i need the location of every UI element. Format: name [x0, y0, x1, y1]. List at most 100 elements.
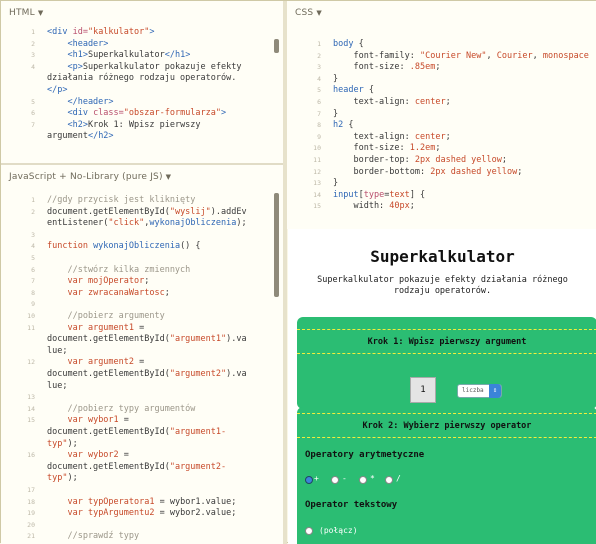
- code-line[interactable]: body {: [333, 39, 596, 50]
- code-line[interactable]: }: [333, 74, 596, 85]
- code-line[interactable]: //pobierz argumenty: [47, 311, 269, 322]
- code-line[interactable]: function wykonajObliczenia() {: [47, 241, 269, 252]
- line-number: 7: [31, 120, 35, 129]
- line-number: 4: [317, 74, 321, 83]
- code-line[interactable]: font-size: 1.2em;: [333, 143, 596, 154]
- css-panel-label: CSS: [295, 8, 314, 18]
- code-line[interactable]: <div id="kalkulator">: [47, 27, 269, 38]
- line-number: 6: [31, 265, 35, 274]
- code-line[interactable]: lue;: [47, 346, 269, 357]
- radio-minus[interactable]: [331, 476, 339, 484]
- code-line[interactable]: var typOperatora1 = wybor1.value;: [47, 497, 269, 508]
- code-line[interactable]: text-align: center;: [333, 132, 596, 143]
- code-line[interactable]: //gdy przycisk jest kliknięty: [47, 195, 269, 206]
- line-number: 6: [317, 98, 321, 106]
- code-line[interactable]: var zwracanaWartosc;: [47, 288, 269, 299]
- step1-heading: Krok 1: Wpisz pierwszy argument: [297, 329, 596, 354]
- code-line[interactable]: border-top: 2px dashed yellow;: [333, 155, 596, 166]
- code-line[interactable]: document.getElementById("argument2").va: [47, 369, 269, 380]
- js-code-editor[interactable]: 1 //gdy przycisk jest kliknięty 2 document.…: [1, 195, 269, 544]
- code-line[interactable]: typ");: [47, 439, 269, 450]
- code-line[interactable]: </header>: [47, 97, 269, 108]
- line-number: 16: [27, 451, 35, 460]
- css-code-editor[interactable]: 1 body {2 font-family: "Courier New", Cou…: [287, 39, 596, 229]
- code-line[interactable]: }: [333, 178, 596, 189]
- code-line[interactable]: var mojOperator;: [47, 276, 269, 287]
- code-line[interactable]: entListener("click",wykonajObliczenia);: [47, 218, 269, 229]
- code-line[interactable]: argument</h2>: [47, 131, 269, 142]
- line-number: 14: [27, 404, 35, 413]
- code-line[interactable]: <h1>Superkalkulator</h1>: [47, 50, 269, 61]
- radio-concat[interactable]: [305, 527, 313, 535]
- code-line[interactable]: document.getElementById("argument1").va: [47, 334, 269, 345]
- code-line[interactable]: }: [333, 109, 596, 120]
- chevron-down-icon[interactable]: ▼: [166, 173, 172, 181]
- line-number: 1: [317, 40, 321, 48]
- line-number: 13: [313, 179, 321, 188]
- code-line[interactable]: </p>: [47, 85, 269, 96]
- js-panel[interactable]: JavaScript + No-Library (pure JS) ▼ 1 //gd…: [1, 165, 283, 544]
- code-line[interactable]: działania różnego rodzaju operatorów.: [47, 73, 269, 84]
- op-minus-label: -: [342, 474, 347, 483]
- html-panel-title[interactable]: HTML ▼: [1, 1, 283, 23]
- code-line[interactable]: border-bottom: 2px dashed yellow;: [333, 167, 596, 178]
- code-line[interactable]: //pobierz typy argumentów: [47, 404, 269, 415]
- chevron-down-icon[interactable]: ▼: [38, 9, 44, 17]
- line-number: 10: [313, 144, 321, 153]
- argument1-type-value: liczba: [462, 387, 484, 394]
- code-line[interactable]: font-size: .85em;: [333, 62, 596, 73]
- line-number: 12: [27, 358, 35, 367]
- code-line[interactable]: <div class="obszar-formularza">: [47, 108, 269, 119]
- css-panel[interactable]: CSS ▼ 1 body {2 font-family: "Courier New"…: [287, 1, 596, 229]
- jsfiddle-workspace: HTML ▼ 1 <div id="kalkulator"> 2 <header> 3 …: [0, 0, 596, 544]
- chevron-down-icon[interactable]: ▼: [316, 9, 322, 17]
- code-line[interactable]: var wybor2 =: [47, 450, 269, 461]
- result-intro: Superkalkulator pokazuje efekty działani…: [317, 275, 568, 296]
- html-panel[interactable]: HTML ▼ 1 <div id="kalkulator"> 2 <header> 3 …: [1, 1, 283, 163]
- line-number: 9: [31, 300, 35, 309]
- line-number: 1: [31, 28, 35, 36]
- code-line[interactable]: document.getElementById("argument1-: [47, 427, 269, 438]
- op-divide-label: /: [396, 474, 401, 483]
- radio-multiply[interactable]: [359, 476, 367, 484]
- code-line[interactable]: h2 {: [333, 120, 596, 131]
- css-panel-title[interactable]: CSS ▼: [287, 1, 596, 23]
- code-line[interactable]: document.getElementById("wyslij").addEv: [47, 207, 269, 218]
- code-line[interactable]: //stwórz kilka zmiennych: [47, 265, 269, 276]
- radio-plus[interactable]: [305, 476, 313, 484]
- code-line[interactable]: //sprawdź typy: [47, 531, 269, 542]
- argument1-input[interactable]: 1: [410, 377, 436, 403]
- code-line[interactable]: <header>: [47, 39, 269, 50]
- line-number: 19: [27, 509, 35, 518]
- code-line[interactable]: text-align: center;: [333, 97, 596, 108]
- line-number: 3: [317, 63, 321, 72]
- html-scrollbar[interactable]: [274, 39, 279, 53]
- radio-divide[interactable]: [385, 476, 393, 484]
- code-line[interactable]: <h2>Krok 1: Wpisz pierwszy: [47, 120, 269, 131]
- argument1-type-select[interactable]: liczba ⇕: [457, 384, 502, 398]
- js-scrollbar[interactable]: [274, 193, 279, 297]
- line-number: 15: [27, 416, 35, 425]
- code-line[interactable]: <p>Superkalkulator pokazuje efekty: [47, 62, 269, 73]
- line-number: 11: [27, 323, 35, 332]
- line-number: 18: [27, 497, 35, 506]
- code-line[interactable]: var wybor1 =: [47, 415, 269, 426]
- line-number: 5: [31, 97, 35, 106]
- code-line[interactable]: font-family: "Courier New", Courier, mon…: [333, 51, 596, 62]
- line-number: 3: [31, 230, 35, 239]
- code-line[interactable]: input[type=text] {: [333, 190, 596, 201]
- code-line[interactable]: width: 40px;: [333, 201, 596, 212]
- line-number: 15: [313, 202, 321, 211]
- line-number: 20: [27, 520, 35, 529]
- line-number: 7: [317, 109, 321, 118]
- code-line[interactable]: lue;: [47, 381, 269, 392]
- code-line[interactable]: var argument2 =: [47, 357, 269, 368]
- js-panel-title[interactable]: JavaScript + No-Library (pure JS) ▼: [1, 165, 283, 187]
- code-line[interactable]: typ");: [47, 473, 269, 484]
- code-line[interactable]: var argument1 =: [47, 323, 269, 334]
- html-code-editor[interactable]: 1 <div id="kalkulator"> 2 <header> 3 <h1>Su…: [1, 27, 269, 163]
- code-line[interactable]: document.getElementById("argument2-: [47, 462, 269, 473]
- step2-heading: Krok 2: Wybierz pierwszy operator: [297, 413, 596, 438]
- code-line[interactable]: var typArgumentu2 = wybor2.value;: [47, 508, 269, 519]
- code-line[interactable]: header {: [333, 85, 596, 96]
